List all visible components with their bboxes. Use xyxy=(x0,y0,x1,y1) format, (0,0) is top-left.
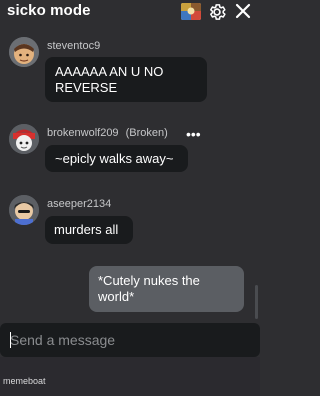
more-options-icon[interactable]: ••• xyxy=(186,127,201,141)
message-username[interactable]: steventoc9 xyxy=(47,40,100,53)
message-text: ~epicly walks away~ xyxy=(55,151,174,166)
message-bubble: murders all xyxy=(45,216,133,244)
footer-label: memeboat xyxy=(3,376,46,386)
message-username[interactable]: brokenwolf209 (Broken) xyxy=(47,127,168,140)
message-text: AAAAAA AN U NO REVERSE xyxy=(55,64,164,95)
avatar[interactable] xyxy=(9,37,39,67)
message-input-container xyxy=(0,323,260,357)
own-message-bubble: *Cutely nukes the world* xyxy=(89,266,244,312)
group-avatar-thumbnail[interactable] xyxy=(181,3,201,20)
chat-title: sicko mode xyxy=(7,2,91,19)
avatar[interactable] xyxy=(9,195,39,225)
message-bubble: AAAAAA AN U NO REVERSE xyxy=(45,57,207,102)
avatar[interactable] xyxy=(9,124,39,154)
chat-window: sicko mode steventoc9 AAAAAA AN U NO REV… xyxy=(0,0,260,396)
chat-header: sicko mode xyxy=(0,0,260,24)
text-caret xyxy=(10,332,11,348)
gear-icon[interactable] xyxy=(207,2,227,22)
message-username[interactable]: aseeper2134 xyxy=(47,198,111,211)
close-icon[interactable] xyxy=(235,3,251,19)
message-text: murders all xyxy=(54,222,119,237)
message-input[interactable] xyxy=(10,323,250,357)
username-text[interactable]: brokenwolf209 xyxy=(47,127,119,139)
message-text: *Cutely nukes the world* xyxy=(98,273,200,304)
scrollbar-thumb[interactable] xyxy=(255,285,258,319)
user-tag: (Broken) xyxy=(125,127,168,139)
message-bubble: ~epicly walks away~ xyxy=(45,145,188,172)
